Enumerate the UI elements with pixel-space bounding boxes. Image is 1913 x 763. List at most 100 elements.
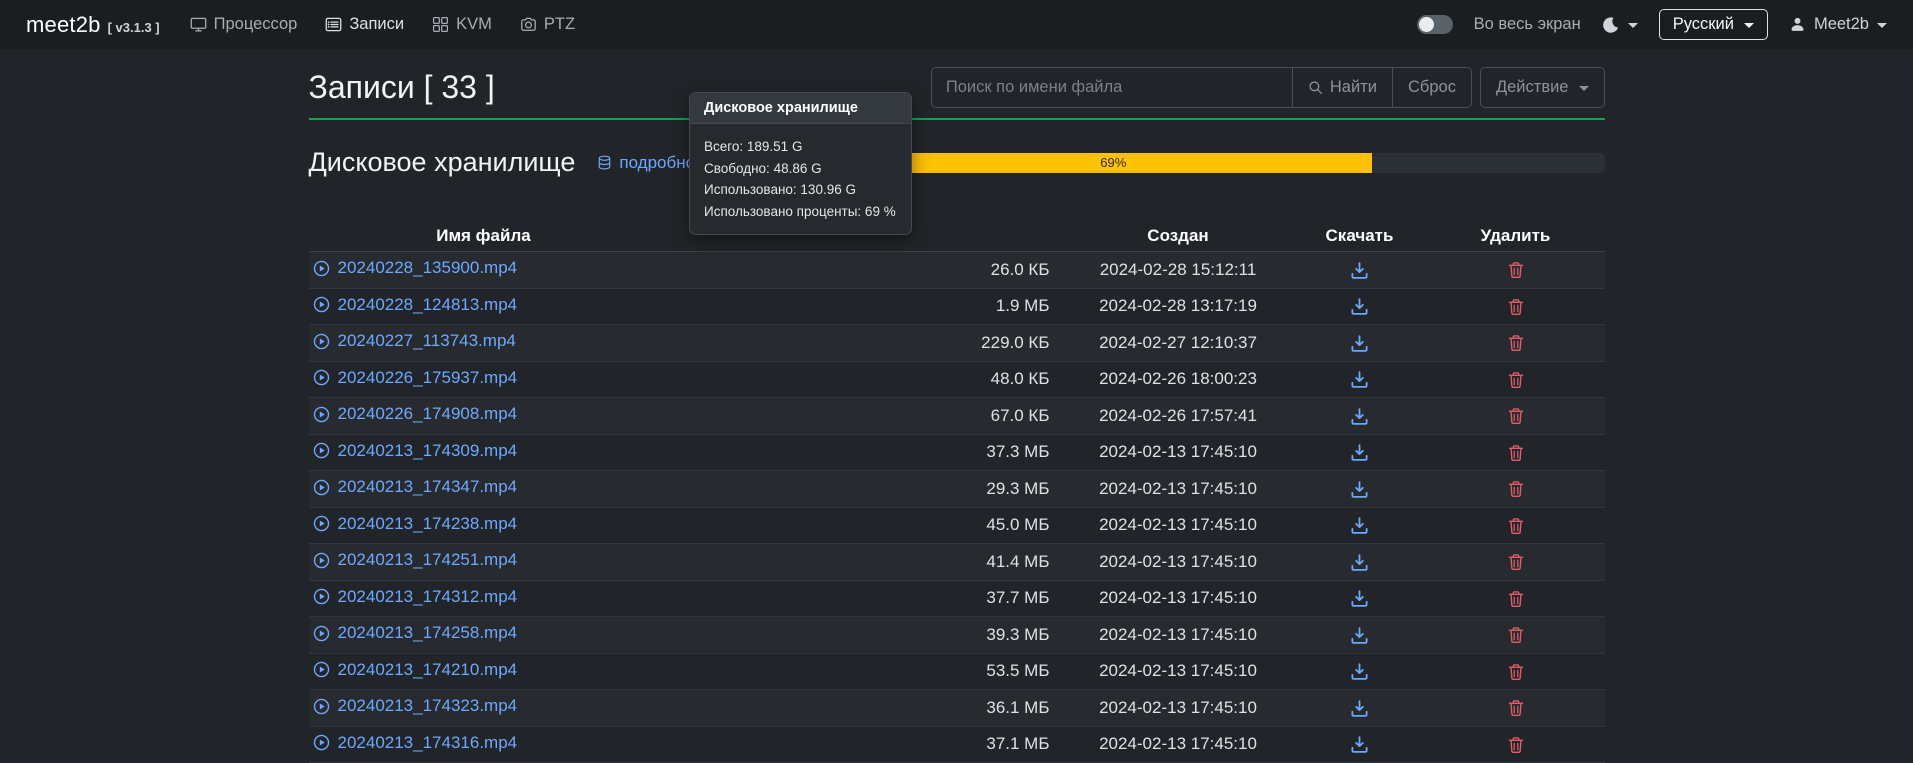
download-icon[interactable] — [1350, 334, 1369, 353]
popover-line: Всего: 189.51 G — [704, 136, 897, 158]
col-header-delete: Удалить — [1427, 224, 1605, 252]
language-select[interactable]: Русский — [1659, 9, 1768, 40]
switch-knob — [1419, 17, 1434, 32]
play-icon[interactable] — [313, 734, 330, 751]
download-icon[interactable] — [1350, 480, 1369, 499]
file-size: 41.4 МБ — [659, 544, 1064, 581]
action-dropdown-button[interactable]: Действие — [1480, 67, 1605, 108]
file-link[interactable]: 20240228_124813.mp4 — [338, 294, 518, 316]
delete-icon[interactable] — [1507, 371, 1525, 389]
download-icon[interactable] — [1350, 553, 1369, 572]
table-row: 20240213_174323.mp4 36.1 МБ 2024-02-13 1… — [309, 690, 1605, 727]
download-icon[interactable] — [1350, 516, 1369, 535]
nav-item-ptz[interactable]: PTZ — [520, 15, 575, 34]
download-icon[interactable] — [1350, 407, 1369, 426]
play-icon[interactable] — [313, 406, 330, 423]
popover-line: Использовано: 130.96 G — [704, 179, 897, 201]
delete-icon[interactable] — [1507, 407, 1525, 425]
delete-icon[interactable] — [1507, 444, 1525, 462]
download-icon[interactable] — [1350, 699, 1369, 718]
delete-icon[interactable] — [1507, 334, 1525, 352]
disk-storage-popover: Дисковое хранилище Всего: 189.51 G Свобо… — [689, 92, 912, 235]
file-link[interactable]: 20240213_174309.mp4 — [338, 440, 518, 462]
table-row: 20240228_124813.mp4 1.9 МБ 2024-02-28 13… — [309, 288, 1605, 325]
moon-icon — [1602, 16, 1620, 34]
delete-icon[interactable] — [1507, 298, 1525, 316]
delete-icon[interactable] — [1507, 626, 1525, 644]
search-icon — [1308, 80, 1323, 95]
download-icon[interactable] — [1350, 443, 1369, 462]
play-icon[interactable] — [313, 260, 330, 277]
play-icon[interactable] — [313, 296, 330, 313]
delete-icon[interactable] — [1507, 261, 1525, 279]
table-row: 20240213_174238.mp4 45.0 МБ 2024-02-13 1… — [309, 507, 1605, 544]
brand-name: meet2b — [26, 12, 101, 38]
download-icon[interactable] — [1350, 261, 1369, 280]
download-icon[interactable] — [1350, 735, 1369, 754]
download-icon[interactable] — [1350, 662, 1369, 681]
play-icon[interactable] — [313, 369, 330, 386]
file-link[interactable]: 20240226_175937.mp4 — [338, 367, 518, 389]
file-link[interactable]: 20240213_174323.mp4 — [338, 695, 518, 717]
file-link[interactable]: 20240213_174238.mp4 — [338, 513, 518, 535]
nav-item-kvm[interactable]: KVM — [432, 15, 492, 34]
play-icon[interactable] — [313, 588, 330, 605]
table-row: 20240226_175937.mp4 48.0 КБ 2024-02-26 1… — [309, 361, 1605, 398]
file-link[interactable]: 20240213_174258.mp4 — [338, 622, 518, 644]
file-link[interactable]: 20240228_135900.mp4 — [338, 257, 518, 279]
play-icon[interactable] — [313, 625, 330, 642]
file-link[interactable]: 20240213_174347.mp4 — [338, 476, 518, 498]
chevron-down-icon — [1877, 23, 1887, 28]
file-link[interactable]: 20240227_113743.mp4 — [338, 330, 516, 352]
delete-icon[interactable] — [1507, 699, 1525, 717]
disk-storage-title: Дисковое хранилище — [309, 147, 576, 178]
user-menu[interactable]: Meet2b — [1789, 15, 1887, 34]
reset-button[interactable]: Сброс — [1392, 67, 1472, 108]
file-link[interactable]: 20240213_174251.mp4 — [338, 549, 518, 571]
play-icon[interactable] — [313, 552, 330, 569]
file-size: 45.0 МБ — [659, 507, 1064, 544]
delete-icon[interactable] — [1507, 663, 1525, 681]
delete-icon[interactable] — [1507, 553, 1525, 571]
nav-item-records[interactable]: Записи — [325, 15, 404, 34]
delete-icon[interactable] — [1507, 517, 1525, 535]
download-icon[interactable] — [1350, 297, 1369, 316]
file-created: 2024-02-26 17:57:41 — [1064, 398, 1293, 435]
file-link[interactable]: 20240226_174908.mp4 — [338, 403, 518, 425]
theme-dropdown[interactable] — [1602, 16, 1638, 34]
play-icon[interactable] — [313, 333, 330, 350]
popover-body: Всего: 189.51 G Свободно: 48.86 G Исполь… — [690, 124, 911, 234]
download-icon[interactable] — [1350, 370, 1369, 389]
chevron-down-icon — [1744, 23, 1754, 28]
search-group: Найти Сброс Действие — [931, 67, 1605, 108]
disk-details-link[interactable]: подробно — [597, 153, 695, 173]
table-row: 20240213_174347.mp4 29.3 МБ 2024-02-13 1… — [309, 471, 1605, 508]
file-link[interactable]: 20240213_174316.mp4 — [338, 732, 518, 754]
delete-icon[interactable] — [1507, 480, 1525, 498]
play-icon[interactable] — [313, 661, 330, 678]
fullscreen-switch[interactable] — [1417, 15, 1453, 34]
delete-icon[interactable] — [1507, 736, 1525, 754]
file-link[interactable]: 20240213_174312.mp4 — [338, 586, 518, 608]
chevron-down-icon — [1579, 86, 1589, 91]
download-icon[interactable] — [1350, 589, 1369, 608]
nav-label: PTZ — [544, 15, 575, 34]
download-icon[interactable] — [1350, 626, 1369, 645]
file-size: 37.1 МБ — [659, 726, 1064, 763]
file-created: 2024-02-13 17:45:10 — [1064, 544, 1293, 581]
nav-item-processor[interactable]: Процессор — [190, 15, 298, 34]
play-icon[interactable] — [313, 479, 330, 496]
play-icon[interactable] — [313, 515, 330, 532]
file-link[interactable]: 20240213_174210.mp4 — [338, 659, 518, 681]
file-size: 53.5 МБ — [659, 653, 1064, 690]
search-input[interactable] — [931, 67, 1293, 108]
col-header-name: Имя файла — [309, 224, 659, 252]
brand[interactable]: meet2b [ v3.1.3 ] — [26, 12, 160, 38]
file-size: 26.0 КБ — [659, 252, 1064, 289]
file-created: 2024-02-27 12:10:37 — [1064, 325, 1293, 362]
delete-icon[interactable] — [1507, 590, 1525, 608]
play-icon[interactable] — [313, 698, 330, 715]
find-button[interactable]: Найти — [1292, 67, 1393, 108]
play-icon[interactable] — [313, 442, 330, 459]
top-navbar: meet2b [ v3.1.3 ] Процессор Записи KVM P… — [0, 0, 1913, 49]
